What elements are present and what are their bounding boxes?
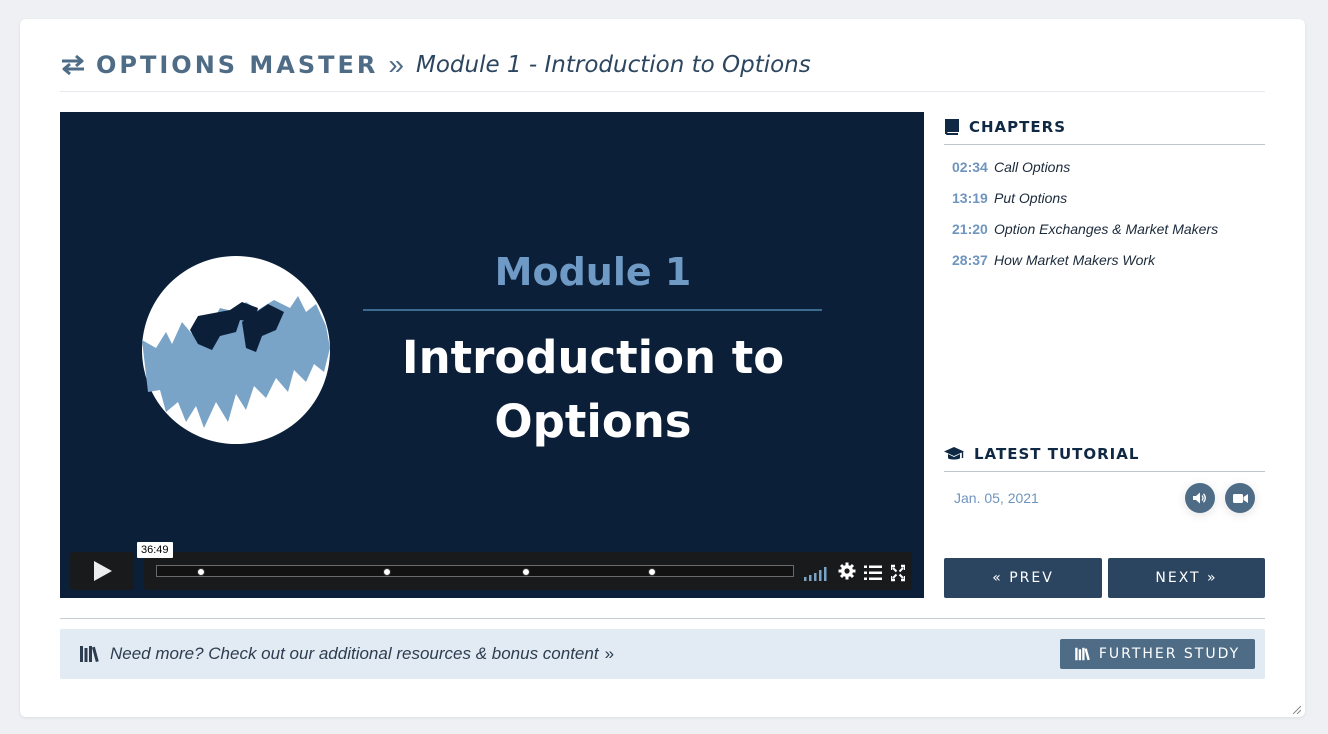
chapter-title: Call Options	[994, 158, 1071, 175]
chapters-list-icon[interactable]	[864, 564, 882, 582]
progress-bar[interactable]	[156, 565, 794, 577]
video-player[interactable]: Module 1 Introduction to Options 36:49	[60, 112, 924, 598]
chapter-marker[interactable]	[522, 568, 530, 576]
player-controls: 36:49	[70, 542, 912, 590]
chapter-title: How Market Makers Work	[994, 251, 1156, 268]
chapter-title: Option Exchanges & Market Makers	[994, 220, 1219, 237]
slide-title-line2: Options	[494, 395, 692, 448]
chapter-item[interactable]: 13:19 Put Options	[952, 182, 1265, 213]
header-divider	[60, 91, 1265, 92]
breadcrumb-separator: »	[388, 49, 404, 80]
page-title: Module 1 - Introduction to Options	[416, 52, 811, 78]
slide-divider	[363, 309, 822, 311]
play-button[interactable]	[70, 552, 134, 590]
library-icon	[80, 646, 99, 663]
latest-tutorial-title: LATEST TUTORIAL	[974, 445, 1140, 463]
footer-divider	[60, 618, 1265, 619]
further-study-button[interactable]: FURTHER STUDY	[1060, 639, 1255, 669]
chapters-heading: CHAPTERS	[944, 114, 1265, 140]
chevron-right-icon: »	[604, 644, 615, 663]
slide-title-line1: Introduction to	[401, 331, 785, 384]
chapter-item[interactable]: 21:20 Option Exchanges & Market Makers	[952, 213, 1265, 244]
chapter-time: 02:34	[952, 158, 988, 175]
next-button[interactable]: NEXT »	[1108, 558, 1265, 598]
chapter-marker[interactable]	[197, 568, 205, 576]
chapters-title: CHAPTERS	[969, 118, 1066, 136]
slide-title: Introduction to Options	[363, 326, 823, 454]
swap-arrows-icon	[62, 54, 84, 76]
latest-tutorial-heading: LATEST TUTORIAL	[944, 441, 1265, 467]
page-header: OPTIONS MASTER » Module 1 - Introduction…	[60, 45, 811, 85]
volume-icon	[1193, 492, 1206, 504]
globe-logo	[142, 256, 330, 444]
chapter-time: 13:19	[952, 189, 988, 206]
duration-tooltip: 36:49	[137, 542, 173, 558]
chapter-title: Put Options	[994, 189, 1068, 206]
audio-button[interactable]	[1185, 483, 1215, 513]
chapter-marker[interactable]	[648, 568, 656, 576]
volume-bars-icon[interactable]	[804, 565, 828, 583]
latest-tutorial-panel: LATEST TUTORIAL Jan. 05, 2021	[944, 441, 1265, 522]
graduation-cap-icon	[944, 447, 964, 460]
chapter-marker[interactable]	[383, 568, 391, 576]
resources-text[interactable]: Need more? Check out our additional reso…	[110, 644, 614, 664]
fullscreen-icon[interactable]	[891, 564, 905, 582]
prev-button[interactable]: « PREV	[944, 558, 1102, 598]
chapters-panel: CHAPTERS 02:34 Call Options 13:19 Put Op…	[944, 114, 1265, 275]
chapter-item[interactable]: 02:34 Call Options	[952, 151, 1265, 182]
tutorial-row: Jan. 05, 2021	[944, 472, 1265, 522]
play-icon	[94, 561, 112, 581]
course-card: OPTIONS MASTER » Module 1 - Introduction…	[20, 19, 1305, 717]
slide-module-label: Module 1	[494, 250, 692, 294]
video-camera-icon	[1232, 493, 1248, 503]
tutorial-date[interactable]: Jan. 05, 2021	[954, 490, 1039, 506]
chapter-list: 02:34 Call Options 13:19 Put Options 21:…	[952, 151, 1265, 275]
chapter-item[interactable]: 28:37 How Market Makers Work	[952, 244, 1265, 275]
book-icon	[945, 119, 959, 135]
resources-banner: Need more? Check out our additional reso…	[60, 629, 1265, 679]
chapters-divider	[944, 144, 1265, 145]
video-button[interactable]	[1225, 483, 1255, 513]
chapter-time: 21:20	[952, 220, 988, 237]
further-study-label: FURTHER STUDY	[1098, 646, 1241, 662]
settings-gear-icon[interactable]	[838, 562, 856, 580]
resources-message: Need more? Check out our additional reso…	[110, 644, 599, 663]
library-icon	[1075, 647, 1090, 661]
chapter-time: 28:37	[952, 251, 988, 268]
course-brand[interactable]: OPTIONS MASTER	[96, 51, 378, 79]
resize-grip-icon[interactable]	[1291, 704, 1301, 714]
